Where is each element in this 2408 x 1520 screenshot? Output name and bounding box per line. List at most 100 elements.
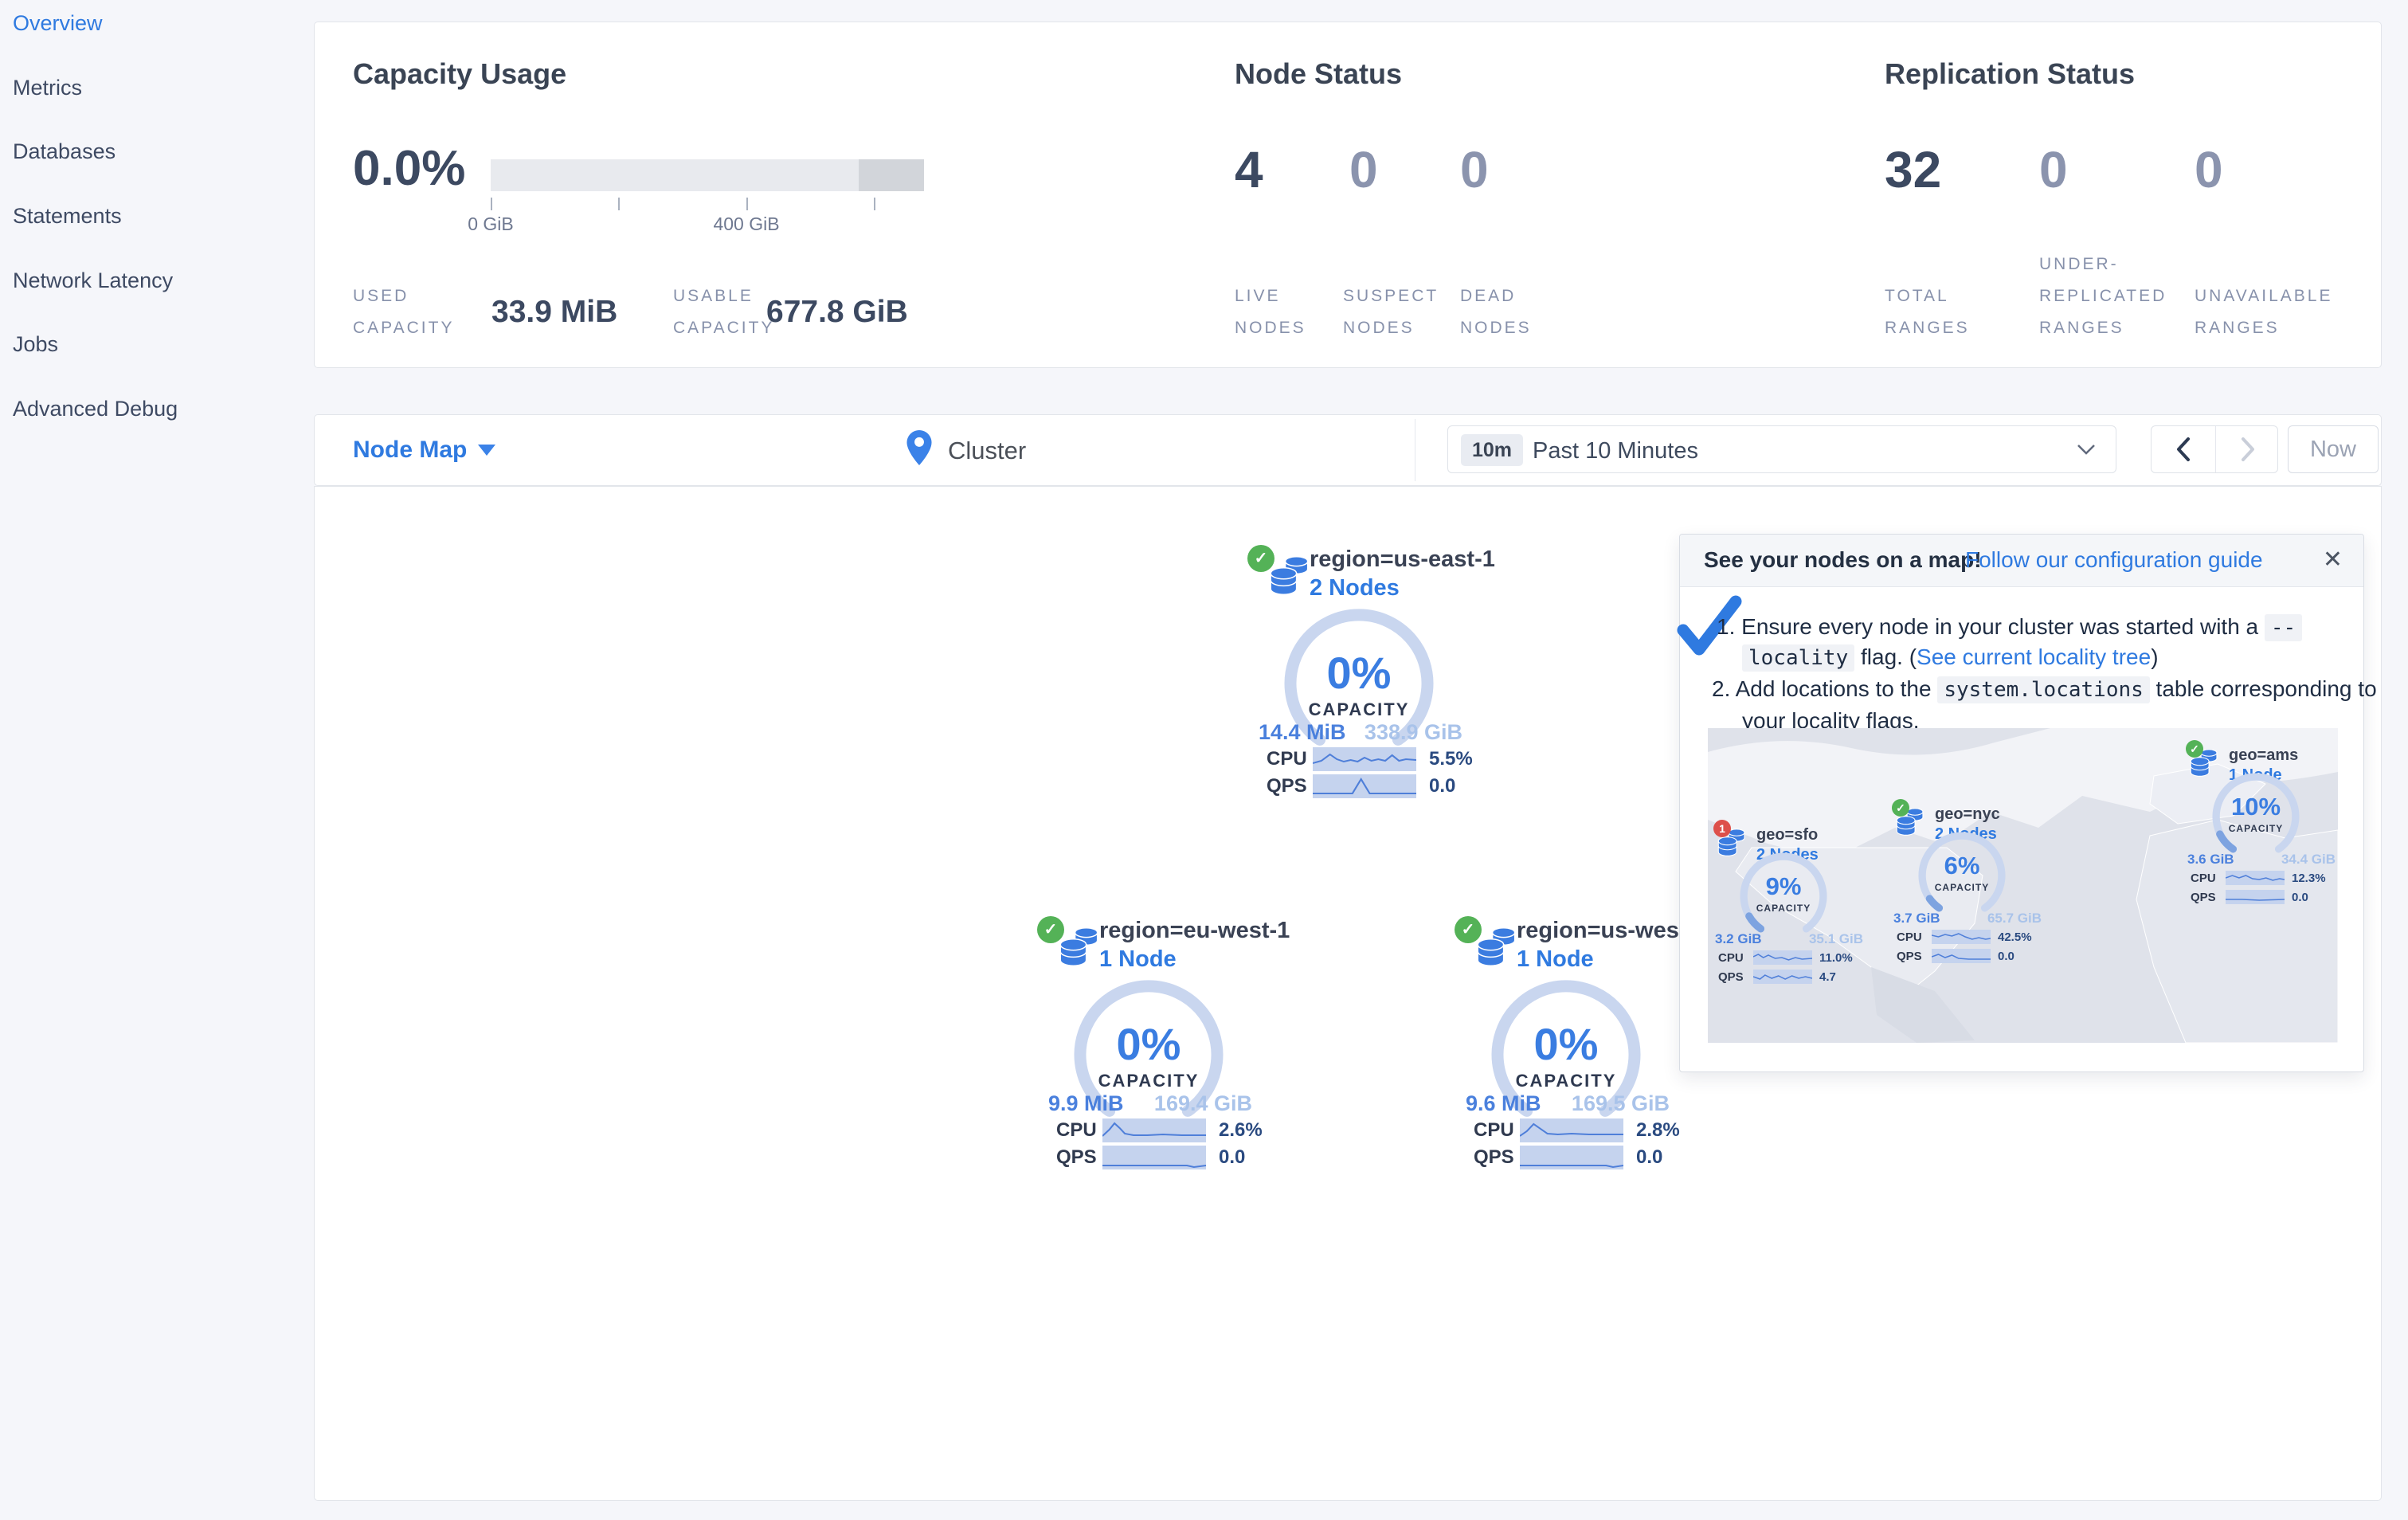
sidebar-item-advanced-debug[interactable]: Advanced Debug: [13, 397, 178, 421]
locality-flag-code: locality: [1742, 644, 1855, 672]
qps-label: QPS: [2191, 890, 2216, 904]
time-range-select[interactable]: 10m Past 10 Minutes: [1447, 425, 2116, 473]
total-capacity: 34.4 GiB: [2281, 852, 2336, 867]
sidebar-item-databases[interactable]: Databases: [13, 139, 116, 164]
used-capacity: 9.9 MiB: [1048, 1091, 1124, 1115]
cpu-sparkline: [1313, 747, 1416, 771]
step-2-text: Add locations to the: [1735, 676, 1938, 701]
qps-value: 0.0: [1219, 1146, 1246, 1168]
locality-label[interactable]: region=eu-west-1: [1099, 918, 1290, 944]
cpu-value: 2.6%: [1219, 1119, 1263, 1141]
cpu-sparkline: [1520, 1118, 1623, 1142]
gauge-capacity-label: CAPACITY: [1308, 699, 1410, 719]
sidebar-item-jobs[interactable]: Jobs: [13, 332, 58, 357]
locality-label[interactable]: region=us-east-1: [1310, 546, 1495, 573]
capacity-axis-tick: [618, 198, 620, 210]
cpu-metric-row: CPU 12.3%: [2191, 871, 2326, 885]
suspect-nodes-label: SUSPECT NODES: [1343, 287, 1439, 337]
sidebar-item-overview[interactable]: Overview: [13, 11, 103, 36]
gauge-percent: 10%: [2230, 793, 2281, 821]
cpu-metric-row: CPU 2.6%: [1056, 1118, 1263, 1142]
step-2-text-cont: table corresponding to: [2149, 676, 2377, 701]
used-capacity: 14.4 MiB: [1259, 720, 1346, 744]
capacity-axis-label-400: 400 GiB: [713, 214, 780, 234]
configuration-guide-link[interactable]: Follow our configuration guide: [1965, 547, 2263, 573]
chevron-right-icon: [2241, 437, 2254, 461]
cpu-label: CPU: [1897, 930, 1922, 944]
cpu-metric-row: CPU 2.8%: [1474, 1118, 1680, 1142]
replication-status-title: Replication Status: [1885, 57, 2136, 90]
warning-count-badge: 1: [1713, 820, 1731, 837]
used-capacity: 3.2 GiB: [1715, 931, 1762, 946]
under-replicated-value: 0: [2039, 141, 2068, 198]
step-1-text: Ensure every node in your cluster was st…: [1741, 614, 2265, 639]
cpu-label: CPU: [2191, 871, 2216, 885]
total-ranges-value: 32: [1885, 141, 1942, 198]
total-capacity: 169.5 GiB: [1571, 1091, 1670, 1115]
cpu-sparkline: [2226, 871, 2285, 885]
healthy-check-icon: ✓: [2186, 740, 2203, 758]
healthy-check-icon: ✓: [1247, 545, 1274, 572]
capacity-axis-tick: [874, 198, 875, 210]
qps-sparkline: [2226, 890, 2285, 904]
sidebar-item-statements[interactable]: Statements: [13, 204, 122, 229]
total-capacity: 169.4 GiB: [1153, 1091, 1252, 1115]
gauge-percent: 9%: [1765, 872, 1802, 900]
time-forward-button[interactable]: [2215, 426, 2279, 472]
suspect-nodes-value: 0: [1349, 141, 1378, 198]
close-icon[interactable]: ✕: [2323, 546, 2343, 574]
qps-metric-row: QPS 4.7: [1718, 970, 1836, 984]
node-map-setup-callout: See your nodes on a map! Follow our conf…: [1677, 534, 2377, 1072]
qps-label: QPS: [1474, 1146, 1514, 1168]
qps-sparkline: [1520, 1146, 1623, 1169]
mini-locality-label: geo=ams: [2229, 746, 2299, 764]
qps-metric-row: QPS 0.0: [1474, 1146, 1662, 1169]
qps-label: QPS: [1056, 1146, 1097, 1168]
gauge-capacity-label: CAPACITY: [1756, 903, 1811, 914]
cpu-value: 12.3%: [2292, 871, 2326, 885]
now-button[interactable]: Now: [2288, 425, 2379, 473]
mini-locality-label: geo=nyc: [1935, 805, 2000, 823]
locality-node-count-link[interactable]: 2 Nodes: [1310, 575, 1400, 601]
cpu-value: 5.5%: [1429, 748, 1473, 770]
live-nodes-label: LIVE NODES: [1235, 287, 1306, 337]
mini-locality-geo-ams: ✓ geo=ams 1 Node 10% CAPACITY 3.6 GiB 34…: [2186, 740, 2337, 911]
time-range-label: Past 10 Minutes: [1533, 438, 1698, 464]
sidebar-item-network-latency[interactable]: Network Latency: [13, 268, 173, 293]
step-1-close-paren: ): [2151, 644, 2159, 669]
qps-value: 0.0: [1636, 1146, 1663, 1168]
node-status-title: Node Status: [1235, 57, 1403, 90]
healthy-check-icon: ✓: [1455, 916, 1482, 943]
breadcrumb[interactable]: Cluster: [948, 437, 1026, 465]
step-2-line-1: 2. Add locations to the system.locations…: [1712, 676, 2377, 703]
callout-title: See your nodes on a map!: [1704, 547, 1982, 572]
capacity-axis-tick: [491, 198, 492, 210]
qps-metric-row: QPS 0.0: [1267, 774, 1455, 798]
chevron-down-icon: [2077, 445, 2095, 455]
sidebar-item-metrics[interactable]: Metrics: [13, 76, 82, 100]
view-selector-caret-icon[interactable]: [478, 445, 495, 456]
gauge-percent: 0%: [1116, 1019, 1181, 1069]
locality-node-count-link[interactable]: 1 Node: [1517, 946, 1594, 973]
cpu-label: CPU: [1267, 748, 1307, 770]
under-replicated-label: UNDER- REPLICATED RANGES: [2039, 255, 2167, 337]
cpu-value: 2.8%: [1636, 1119, 1680, 1141]
qps-metric-row: QPS 0.0: [1056, 1146, 1245, 1169]
database-stack-icon: [1477, 926, 1516, 966]
time-back-button[interactable]: [2152, 426, 2215, 472]
qps-value: 0.0: [1429, 775, 1456, 797]
see-locality-tree-link[interactable]: See current locality tree: [1917, 644, 2151, 669]
cpu-label: CPU: [1474, 1119, 1514, 1141]
system-locations-code: system.locations: [1937, 676, 2150, 703]
qps-label: QPS: [1267, 775, 1307, 797]
locality-node-count-link[interactable]: 1 Node: [1099, 946, 1177, 973]
step-1-line-2: locality flag. (See current locality tre…: [1742, 644, 2159, 672]
total-ranges-label: TOTAL RANGES: [1885, 287, 1970, 337]
total-capacity: 338.9 GiB: [1364, 720, 1462, 744]
unavailable-ranges-label: UNAVAILABLE RANGES: [2195, 287, 2333, 337]
qps-value: 0.0: [1998, 949, 2014, 963]
step-1-line-1: 1. Ensure every node in your cluster was…: [1717, 614, 2303, 641]
qps-sparkline: [1102, 1146, 1206, 1169]
used-capacity-label: USED CAPACITY: [353, 287, 455, 337]
view-selector-node-map[interactable]: Node Map: [353, 437, 467, 464]
